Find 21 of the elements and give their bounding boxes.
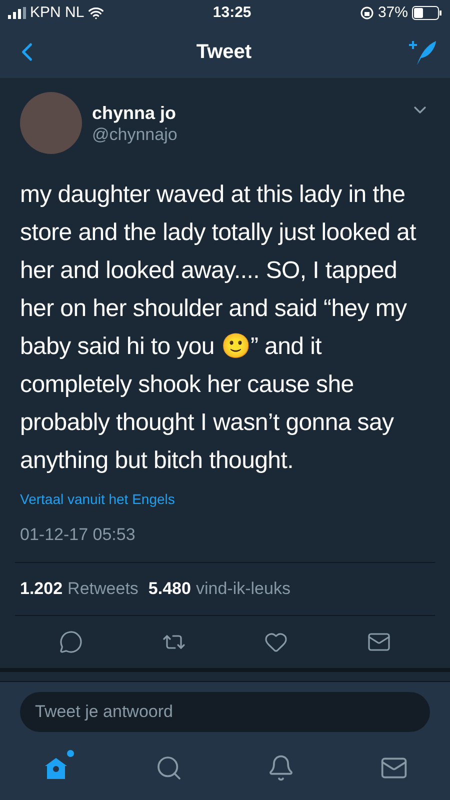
stat-label: Retweets: [68, 578, 138, 600]
user-name: chynna jo: [92, 102, 178, 124]
stat-label: vind-ik-leuks: [196, 578, 290, 600]
battery-percent: 37%: [378, 2, 408, 23]
bell-icon: [267, 754, 296, 782]
user-handle: @chynnajo: [92, 124, 178, 146]
translate-link[interactable]: Vertaal vanuit het Engels: [20, 491, 175, 507]
rotation-lock-icon: [360, 6, 374, 20]
tweet-date: 01-12-17 05:53: [20, 524, 136, 546]
search-icon: [154, 754, 183, 782]
carrier-name: KPN NL: [30, 2, 84, 23]
header-title: Tweet: [196, 40, 252, 65]
signal-icon: [8, 7, 26, 19]
stat-count: 5.480: [148, 578, 191, 600]
battery-icon: [412, 6, 442, 20]
wifi-icon: [88, 5, 104, 21]
reply-field[interactable]: Tweet je antwoord: [20, 692, 430, 732]
stat-count: 1.202: [20, 578, 63, 600]
speech-bubble-icon: [59, 630, 84, 654]
tweet-text: my daughter waved at this lady in the store and the lady totally just looked at her and looked away.... SO, I tapped her on her shoulder and said “hey my baby said hi to you 🙂” and it completely shook her cause she probably thought I wasn’t gonna say anything but bitch thought.: [20, 180, 418, 476]
clock-time: 13:25: [212, 2, 252, 23]
